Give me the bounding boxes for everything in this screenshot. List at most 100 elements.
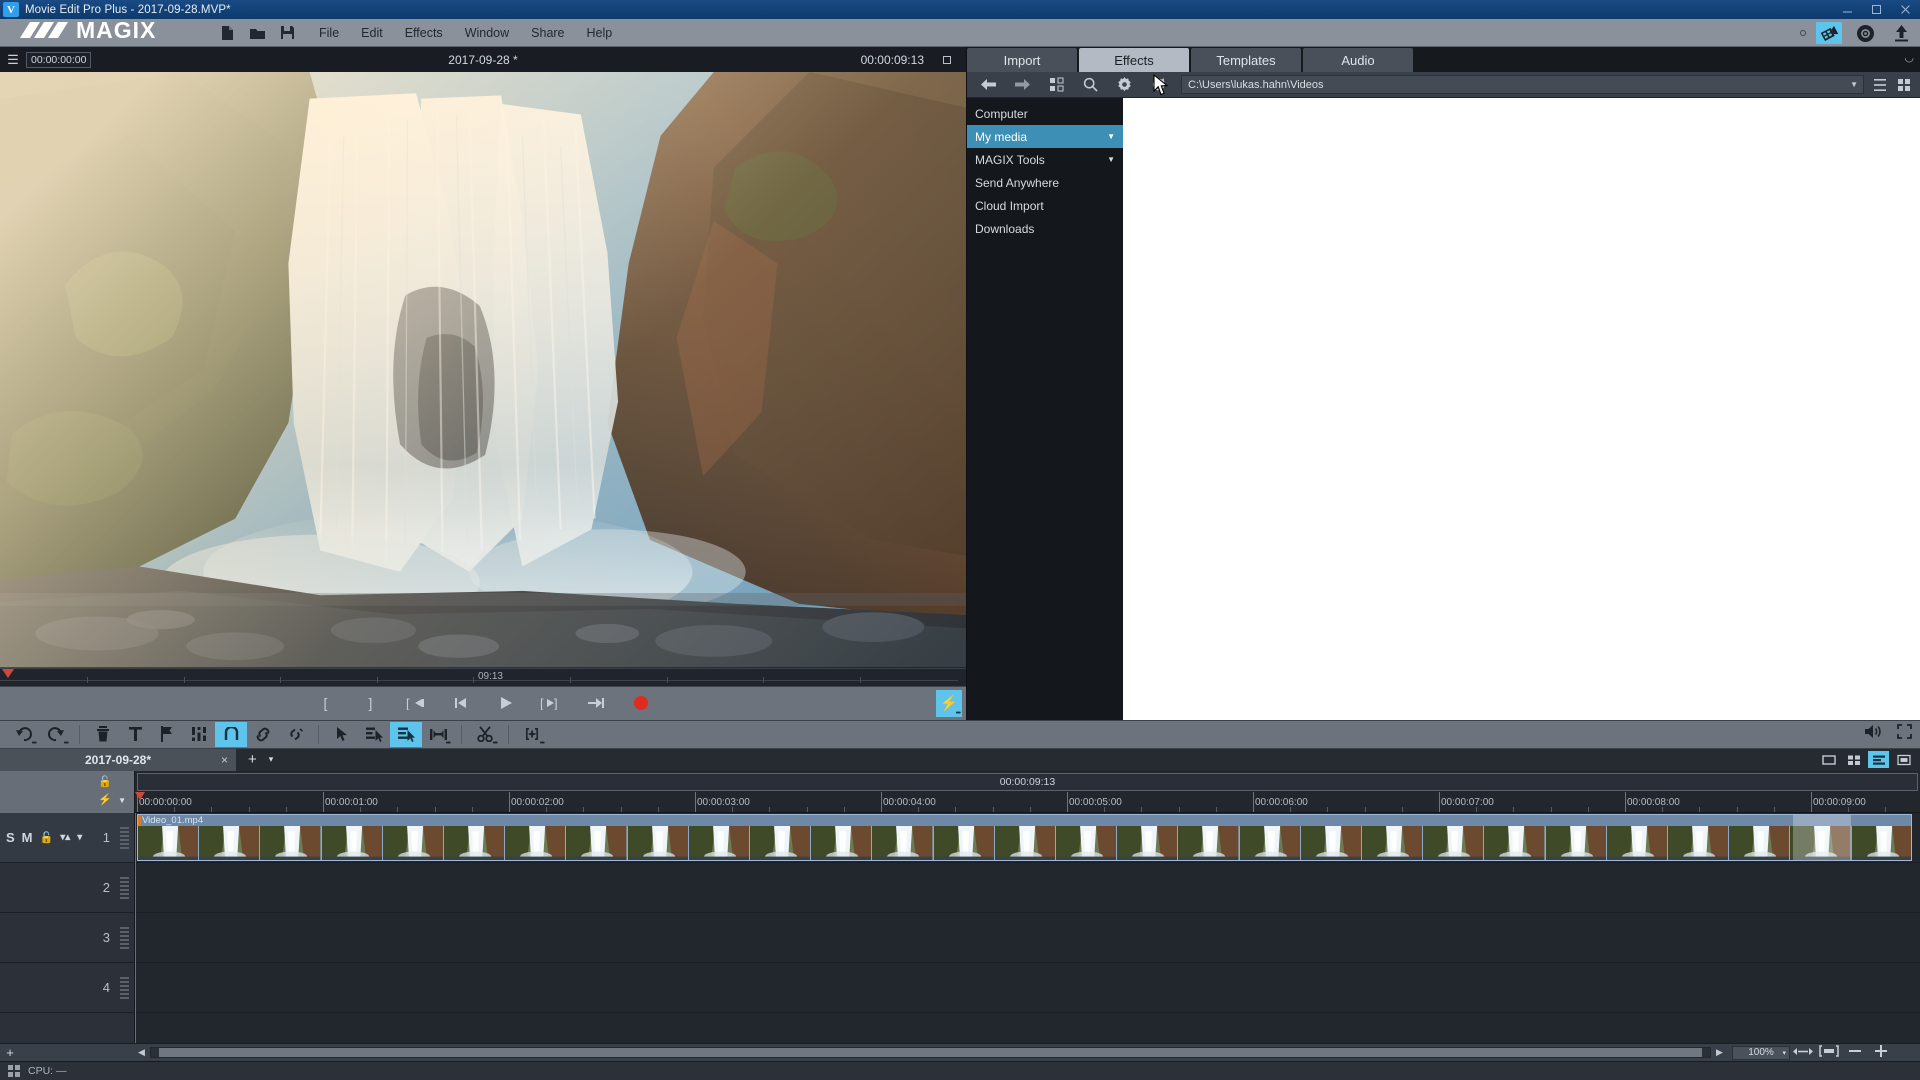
track-header-1[interactable]: S M 🔓 ▾▴ ▾ 1 [0,813,134,863]
stretch-mode-button[interactable]: ••• [422,722,454,747]
media-pool-collapse-icon[interactable]: ◡ [1904,51,1914,64]
jump-to-start-button[interactable]: [ [393,689,438,717]
chevron-down-icon[interactable]: ▾ [1782,1049,1786,1057]
track-lane-1[interactable]: Video_01.mp4 [135,813,1920,863]
mouse-mode-preview-button[interactable] [390,722,422,747]
redo-button[interactable]: ••• [40,722,72,747]
back-arrow-icon[interactable] [971,73,1005,97]
track-resize-grip[interactable] [120,977,129,999]
undo-button[interactable]: ••• [8,722,40,747]
fit-selection-icon[interactable] [1816,1045,1842,1060]
track-resize-grip[interactable] [120,877,129,899]
set-out-point-button[interactable]: ] [348,689,393,717]
auto-mix-icon[interactable]: ⚡ [98,793,112,806]
tab-import[interactable]: Import [967,48,1077,72]
menu-item-file[interactable]: File [319,26,339,40]
menu-item-help[interactable]: Help [587,26,613,40]
forward-arrow-icon[interactable] [1005,73,1039,97]
menu-item-effects[interactable]: Effects [405,26,443,40]
previous-frame-button[interactable] [438,689,483,717]
timeline-playhead-marker[interactable] [135,792,145,800]
loop-playback-button[interactable] [215,722,247,747]
cut-scissors-button[interactable]: ••• [469,722,501,747]
timeline-range-bar[interactable]: 00:00:09:13 [137,773,1918,791]
jump-to-end-button[interactable] [573,689,618,717]
preview-scrubber[interactable]: 09:13 [0,668,966,686]
track-lane-2[interactable] [135,863,1920,913]
tree-view-icon[interactable] [1039,73,1073,97]
track-mute-button[interactable]: M [22,830,33,845]
link-objects-button[interactable] [247,722,279,747]
hamburger-icon[interactable]: ☰ [0,52,26,68]
chevron-down-icon[interactable]: ▼ [118,796,126,805]
close-icon[interactable] [1891,0,1920,19]
tree-item-computer[interactable]: Computer [967,102,1123,125]
close-icon[interactable]: × [221,753,228,767]
audio-mixer-button[interactable] [183,722,215,747]
lightning-icon[interactable]: ⚡••• [936,690,962,717]
track-solo-button[interactable]: S [6,830,15,845]
view-scene-overview-button[interactable] [1843,751,1864,768]
burn-disc-icon[interactable] [1816,22,1842,44]
export-icon[interactable] [1852,22,1878,44]
next-frame-button[interactable]: [] [528,689,573,717]
play-button[interactable] [483,689,528,717]
timeline-ruler[interactable]: 00:00:00:0000:00:01:0000:00:02:0000:00:0… [135,791,1920,812]
tree-item-magix-tools[interactable]: MAGIX Tools ▼ [967,148,1123,171]
view-storyboard-button[interactable] [1818,751,1839,768]
minimize-icon[interactable] [1833,0,1862,19]
mouse-mode-single-button[interactable] [358,722,390,747]
menu-item-window[interactable]: Window [465,26,509,40]
preview-fullscreen-icon[interactable] [943,56,951,64]
tree-item-cloud-import[interactable]: Cloud Import [967,194,1123,217]
refresh-icon[interactable] [1141,73,1175,97]
insert-text-button[interactable] [119,722,151,747]
speaker-icon[interactable] [1864,724,1883,744]
tab-templates[interactable]: Templates [1191,48,1301,72]
settings-gear-icon[interactable] [1107,73,1141,97]
scrollbar-thumb[interactable] [159,1048,1702,1057]
search-icon[interactable] [1073,73,1107,97]
path-field[interactable]: C:\Users\lukas.hahn\Videos ▼ [1181,75,1864,94]
record-dot-icon[interactable] [1800,30,1806,36]
unlink-objects-button[interactable] [279,722,311,747]
tree-item-send-anywhere[interactable]: Send Anywhere [967,171,1123,194]
list-view-icon[interactable] [1868,73,1892,97]
delete-object-button[interactable] [87,722,119,747]
set-in-point-button[interactable]: [ [303,689,348,717]
track-resize-grip[interactable] [120,927,129,949]
track-header-4[interactable]: 4 [0,963,134,1013]
dashboard-icon[interactable] [8,1065,20,1077]
track-header-2[interactable]: 2 [0,863,134,913]
menu-item-share[interactable]: Share [531,26,564,40]
zoom-out-icon[interactable] [1842,1045,1868,1060]
tree-item-downloads[interactable]: Downloads [967,217,1123,240]
preview-video-frame[interactable] [0,72,966,668]
track-lane-3[interactable] [135,913,1920,963]
record-button[interactable] [618,689,663,717]
scroll-left-button[interactable]: ◀ [135,1047,148,1058]
fade-icon[interactable]: ▾▴ [60,832,70,843]
view-timeline-button[interactable] [1868,751,1889,768]
preview-playhead[interactable] [2,669,14,678]
menu-item-edit[interactable]: Edit [361,26,383,40]
media-pool-file-area[interactable] [1123,98,1920,720]
mute-icon[interactable]: ▾ [77,832,82,843]
fit-horizontal-icon[interactable] [1790,1046,1816,1060]
mouse-mode-select-button[interactable] [326,722,358,747]
track-header-3[interactable]: 3 [0,913,134,963]
chevron-down-icon[interactable]: ▼ [1107,132,1115,141]
chevron-down-icon[interactable]: ▼ [1850,80,1858,89]
add-track-button[interactable]: + [0,1045,20,1060]
lock-all-icon[interactable]: 🔓 [98,775,112,788]
timeline-tab-project[interactable]: 2017-09-28* × [0,749,236,771]
preview-timecode-field[interactable]: 00:00:00:00 [26,52,91,68]
track-lane-4[interactable] [135,963,1920,1013]
tab-audio[interactable]: Audio [1303,48,1413,72]
scroll-right-button[interactable]: ▶ [1713,1047,1726,1058]
view-multicam-button[interactable] [1893,751,1914,768]
lock-icon[interactable]: 🔓 [40,831,54,844]
upload-icon[interactable] [1888,22,1914,44]
new-project-icon[interactable] [219,24,236,41]
tab-effects[interactable]: Effects [1079,48,1189,72]
